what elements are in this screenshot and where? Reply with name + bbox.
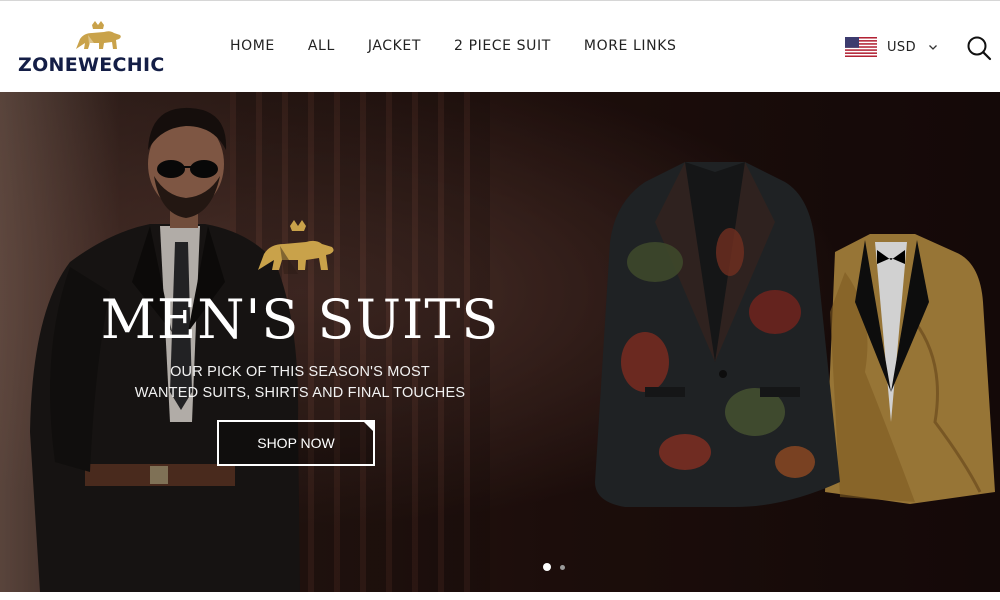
slide-dot-2[interactable] — [560, 564, 565, 570]
nav-all[interactable]: ALL — [308, 38, 335, 54]
lion-crown-logo-icon — [76, 21, 121, 51]
currency-selector[interactable]: USD — [845, 36, 938, 58]
brand-logo[interactable]: ZONEWECHIC — [18, 21, 178, 77]
us-flag-icon — [845, 37, 877, 57]
hero-subtitle-line-1: OUR PICK OF THIS SEASON'S MOST — [170, 364, 430, 380]
currency-code: USD — [887, 39, 916, 55]
brand-name: ZONEWECHIC — [18, 54, 165, 76]
hero-subtitle: OUR PICK OF THIS SEASON'S MOST WANTED SU… — [110, 362, 490, 404]
lion-crown-crest-icon — [258, 220, 334, 274]
nav-jacket[interactable]: JACKET — [368, 38, 421, 54]
hero-banner: MEN'S SUITS OUR PICK OF THIS SEASON'S MO… — [0, 92, 1000, 592]
shop-now-button[interactable]: SHOP NOW — [217, 420, 375, 466]
slider-pagination — [543, 563, 574, 571]
slide-dot-1[interactable] — [543, 563, 551, 571]
hero-subtitle-line-2: WANTED SUITS, SHIRTS AND FINAL TOUCHES — [134, 385, 466, 401]
nav-home[interactable]: HOME — [230, 38, 275, 54]
chevron-down-icon — [929, 45, 937, 50]
hero-title: MEN'S SUITS — [100, 288, 500, 351]
search-icon[interactable] — [966, 35, 992, 61]
shop-now-label: SHOP NOW — [257, 435, 335, 451]
nav-more-links[interactable]: MORE LINKS — [584, 38, 677, 54]
button-corner-accent — [362, 420, 375, 433]
main-nav: HOME ALL JACKET 2 PIECE SUIT MORE LINKS — [230, 38, 677, 54]
site-header: ZONEWECHIC HOME ALL JACKET 2 PIECE SUIT … — [0, 0, 1000, 92]
nav-2-piece-suit[interactable]: 2 PIECE SUIT — [454, 38, 551, 54]
